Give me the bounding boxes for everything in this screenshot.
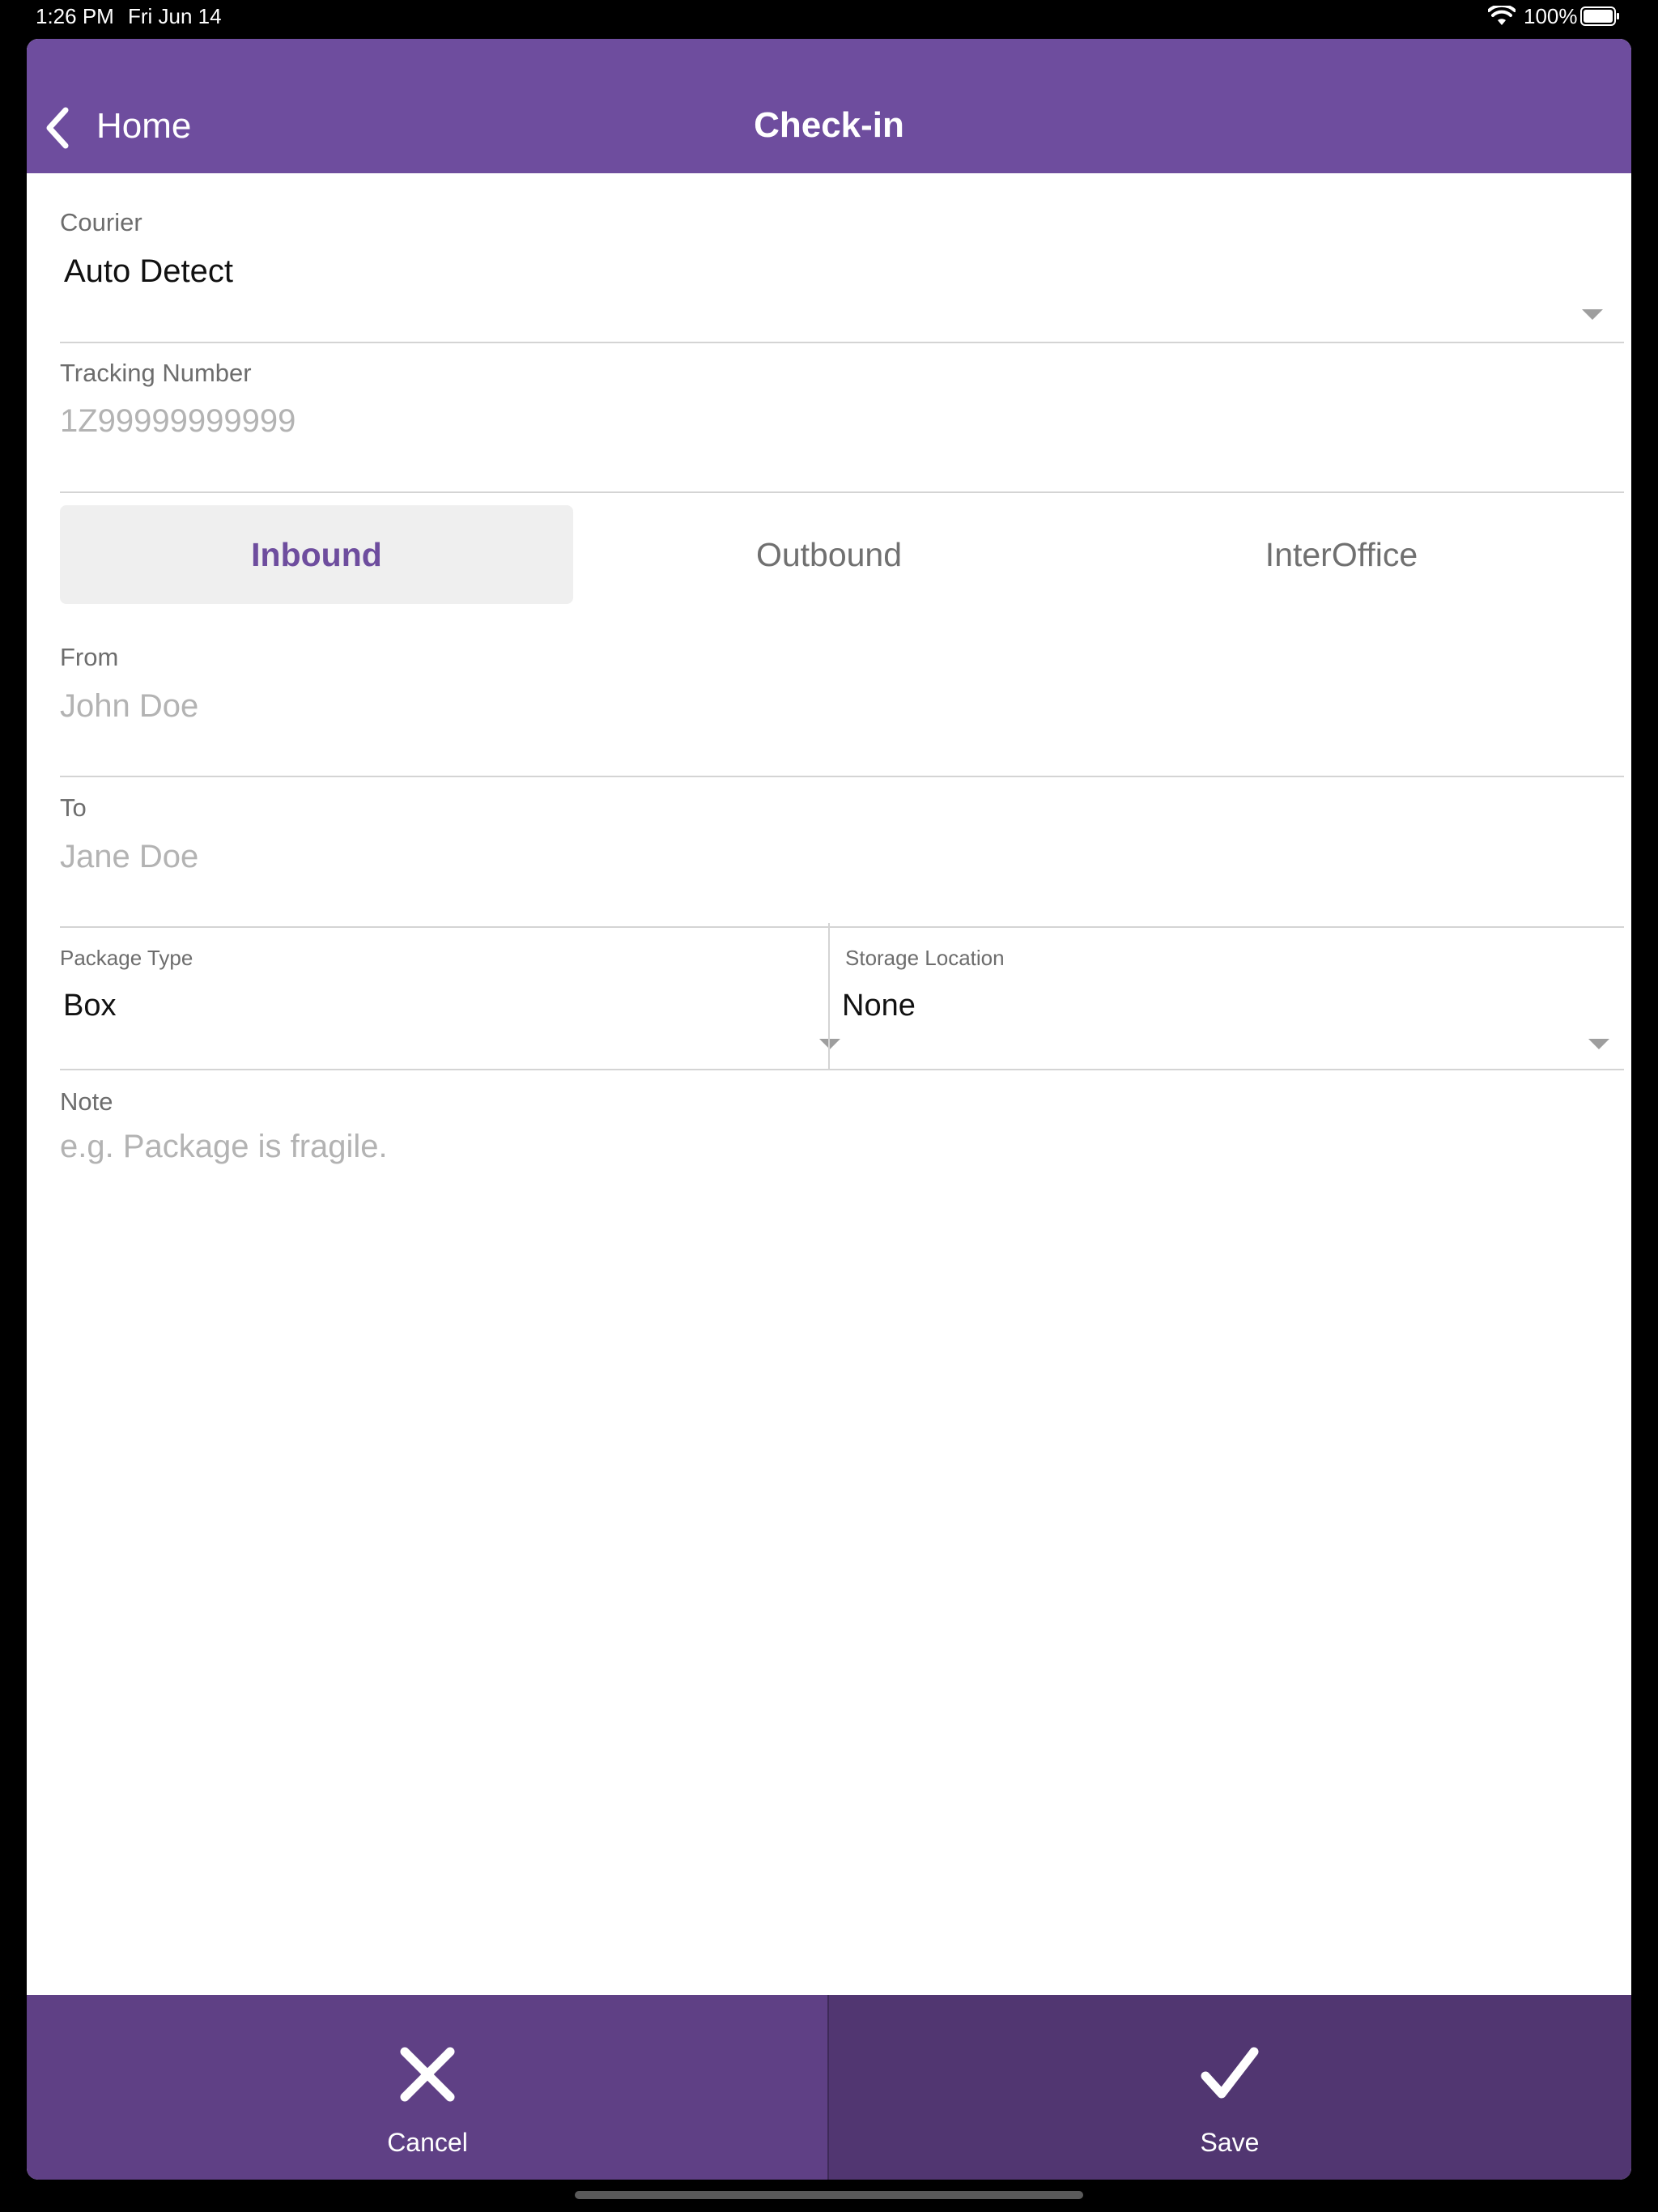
segment-outbound[interactable]: Outbound <box>572 505 1086 604</box>
page-title: Check-in <box>754 105 904 145</box>
checkin-window: Home Check-in Courier Auto Detect Tracki… <box>27 39 1631 2180</box>
cancel-button-label: Cancel <box>387 2128 468 2157</box>
note-input[interactable]: e.g. Package is fragile. <box>60 1129 388 1165</box>
status-time: 1:26 PM <box>36 4 114 28</box>
to-label: To <box>60 793 87 822</box>
storage-location-value: None <box>842 989 916 1023</box>
close-icon <box>397 2044 458 2109</box>
courier-underline <box>60 342 1624 343</box>
tracking-underline <box>60 491 1624 493</box>
chevron-down-icon <box>1582 309 1603 320</box>
status-bar: 1:26 PM Fri Jun 14 100% <box>0 0 1658 39</box>
package-type-value: Box <box>63 989 117 1023</box>
wifi-icon <box>1487 3 1516 32</box>
segment-interoffice[interactable]: InterOffice <box>1085 505 1598 604</box>
chevron-down-icon <box>1588 1039 1609 1049</box>
package-type-label: Package Type <box>60 946 193 970</box>
package-underline <box>60 1069 1624 1070</box>
storage-location-select[interactable]: None <box>839 982 1624 1070</box>
to-input[interactable]: Jane Doe <box>60 839 198 875</box>
navigation-bar: Home Check-in <box>27 39 1631 173</box>
bottom-action-bar: Cancel Save <box>27 1995 1631 2180</box>
storage-location-label: Storage Location <box>845 946 1005 970</box>
from-label: From <box>60 643 119 671</box>
to-underline <box>60 926 1624 928</box>
action-separator <box>827 1995 829 2180</box>
courier-label: Courier <box>60 208 142 236</box>
from-input[interactable]: John Doe <box>60 688 198 725</box>
tracking-number-input[interactable]: 1Z99999999999 <box>60 403 295 440</box>
save-button[interactable]: Save <box>828 1995 1631 2180</box>
status-date: Fri Jun 14 <box>128 4 222 28</box>
chevron-down-icon <box>819 1039 840 1049</box>
cancel-button[interactable]: Cancel <box>27 1995 828 2180</box>
from-underline <box>60 776 1624 777</box>
courier-value: Auto Detect <box>64 253 234 289</box>
battery-percent: 100% <box>1524 4 1578 28</box>
package-type-select[interactable]: Box <box>60 982 842 1070</box>
tracking-number-label: Tracking Number <box>60 359 252 387</box>
home-indicator[interactable] <box>575 2191 1083 2199</box>
courier-select[interactable]: Auto Detect <box>60 249 1624 343</box>
battery-icon <box>1580 6 1621 26</box>
segment-inbound[interactable]: Inbound <box>60 505 573 604</box>
field-divider <box>828 923 830 1070</box>
checkmark-icon <box>1199 2044 1261 2109</box>
note-label: Note <box>60 1087 113 1116</box>
save-button-label: Save <box>1200 2128 1260 2157</box>
